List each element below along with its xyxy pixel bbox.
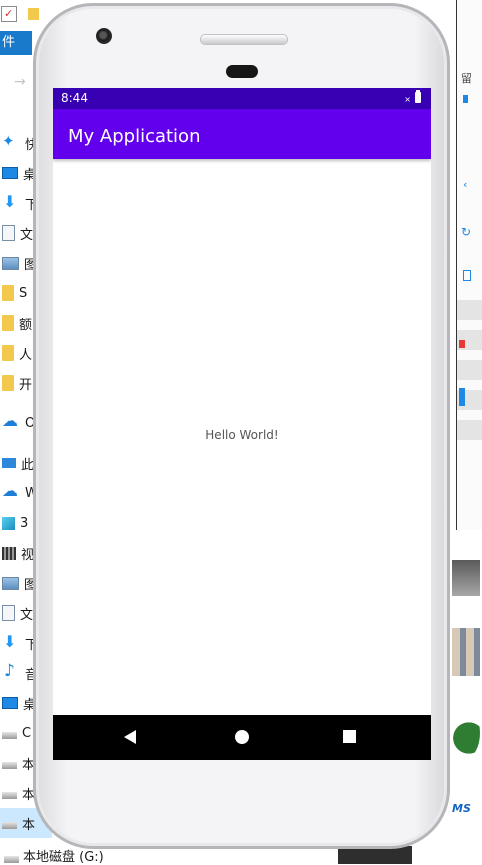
chevron-icon: ‹	[463, 178, 468, 191]
nav-item-label: 本	[22, 817, 36, 833]
earpiece-speaker	[200, 34, 288, 45]
picture-icon	[2, 256, 19, 270]
download-icon	[2, 632, 20, 651]
this-pc-icon	[2, 458, 16, 468]
nav-item-label: S	[19, 285, 28, 301]
nav-item-label: 开	[19, 377, 33, 393]
hello-world-text: Hello World!	[205, 428, 279, 442]
device-screen[interactable]: 8:44 × My Application Hello World!	[53, 88, 431, 760]
download-icon	[2, 192, 20, 211]
picture-icon	[2, 576, 19, 590]
quick-access-icon	[2, 132, 20, 151]
proximity-sensor	[226, 65, 258, 78]
status-time: 8:44	[61, 91, 88, 105]
3d-objects-icon	[2, 516, 15, 530]
desktop-icon	[2, 697, 18, 709]
drive-icon	[2, 791, 17, 799]
document-icon	[2, 225, 15, 241]
music-icon	[2, 661, 20, 681]
nav-item-label: 3	[20, 515, 29, 531]
desktop-icon	[2, 167, 18, 179]
drive-icon	[2, 761, 17, 769]
document-icon	[2, 605, 15, 621]
folder-icon	[2, 315, 14, 331]
background-thumbnails: MS	[450, 540, 482, 864]
battery-icon	[415, 90, 421, 103]
no-signal-icon: ×	[404, 95, 411, 104]
folder-icon	[2, 375, 14, 391]
folder-icon	[28, 8, 39, 20]
front-camera	[96, 28, 112, 44]
onedrive-icon	[2, 411, 20, 431]
android-emulator-device: 8:44 × My Application Hello World!	[33, 3, 450, 849]
app-bar: My Application	[53, 109, 431, 159]
cloud-icon	[2, 481, 20, 501]
back-icon[interactable]	[124, 730, 136, 744]
drive-icon	[2, 821, 17, 829]
forward-arrow-icon[interactable]: →	[14, 74, 26, 90]
nav-item-label: C	[22, 725, 32, 741]
status-bar: 8:44 ×	[53, 88, 431, 109]
nav-item-label: 文	[20, 227, 34, 243]
android-nav-bar	[53, 715, 431, 760]
background-window-edge: 留 ‹ ↻	[456, 0, 482, 530]
nav-item-label: 额	[19, 317, 33, 333]
recent-apps-icon[interactable]	[343, 730, 356, 743]
folder-icon	[2, 345, 14, 361]
drive-icon	[4, 856, 19, 863]
video-icon	[2, 546, 16, 560]
nav-item-label: 本地磁盘 (G:)	[23, 850, 104, 865]
nav-item-label: 文	[20, 607, 34, 623]
file-menu-tab[interactable]: 件	[0, 31, 32, 55]
app-title: My Application	[68, 126, 201, 147]
drive-icon	[2, 731, 17, 739]
nav-item-label: 人	[19, 347, 33, 363]
folder-icon	[2, 285, 14, 301]
checklist-icon: ✓	[1, 6, 17, 22]
home-icon[interactable]	[235, 730, 249, 744]
